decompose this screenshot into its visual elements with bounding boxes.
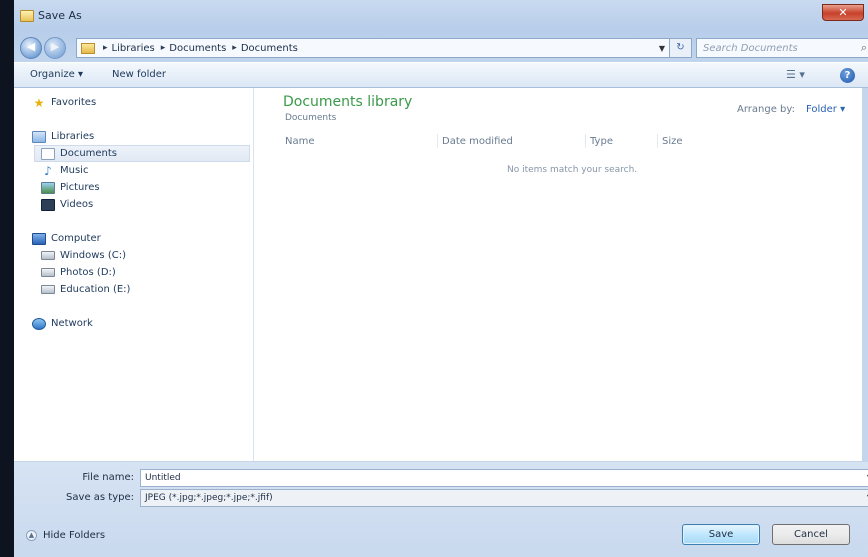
drive-icon xyxy=(41,251,55,260)
nav-documents[interactable]: Documents xyxy=(34,145,250,162)
nav-music[interactable]: ♪ Music xyxy=(41,162,88,179)
breadcrumb-libraries[interactable]: Libraries xyxy=(112,43,155,54)
arrow-left-icon: ◀ xyxy=(26,40,36,53)
drive-icon xyxy=(41,268,55,277)
file-name-input[interactable]: Untitled ▼ xyxy=(140,469,868,487)
new-folder-button[interactable]: New folder xyxy=(112,69,166,80)
network-icon xyxy=(32,317,46,330)
hide-folders-button[interactable]: ▲ Hide Folders xyxy=(26,530,105,541)
forward-button[interactable]: ▶ xyxy=(44,37,66,59)
navigation-pane[interactable]: ★ Favorites Libraries Documents ♪ Music … xyxy=(14,88,254,461)
arrange-by-label: Arrange by: xyxy=(737,104,795,115)
arrow-right-icon: ▶ xyxy=(50,40,60,53)
drive-icon xyxy=(41,285,55,294)
nav-network[interactable]: Network xyxy=(32,315,93,332)
refresh-icon: ↻ xyxy=(676,42,685,53)
window-title: Save As xyxy=(38,9,82,22)
nav-favorites[interactable]: ★ Favorites xyxy=(32,94,97,111)
close-button[interactable]: ✕ xyxy=(822,4,864,21)
save-as-type-select[interactable]: JPEG (*.jpg;*.jpeg;*.jpe;*.jfif) ▼ xyxy=(140,489,868,507)
breadcrumb-documents[interactable]: Documents xyxy=(169,43,226,54)
view-options-icon[interactable]: ☰ ▾ xyxy=(786,68,805,81)
nav-libraries-label: Libraries xyxy=(51,131,95,142)
organize-button[interactable]: Organize ▾ xyxy=(30,69,83,80)
address-row: ◀ ▶ ▸ Libraries ▸ Documents ▸ Documents … xyxy=(14,34,868,60)
nav-photos-d[interactable]: Photos (D:) xyxy=(41,264,116,281)
file-name-label: File name: xyxy=(82,472,134,483)
nav-windows-c-label: Windows (C:) xyxy=(60,250,126,261)
nav-favorites-label: Favorites xyxy=(51,97,97,108)
file-list-pane[interactable]: Documents library Documents Arrange by: … xyxy=(255,88,862,461)
library-icon xyxy=(32,130,46,143)
help-icon[interactable]: ? xyxy=(840,68,855,83)
star-icon: ★ xyxy=(33,95,45,110)
computer-icon xyxy=(32,232,46,245)
nav-computer-label: Computer xyxy=(51,233,101,244)
nav-windows-c[interactable]: Windows (C:) xyxy=(41,247,126,264)
save-as-type-label: Save as type: xyxy=(66,492,134,503)
nav-videos[interactable]: Videos xyxy=(41,196,93,213)
save-options-panel: File name: Untitled ▼ Save as type: JPEG… xyxy=(14,462,868,557)
chevron-right-icon[interactable]: ▸ xyxy=(232,43,237,53)
nav-education-e-label: Education (E:) xyxy=(60,284,131,295)
save-button[interactable]: Save xyxy=(682,524,760,545)
nav-photos-d-label: Photos (D:) xyxy=(60,267,116,278)
address-bar[interactable]: ▸ Libraries ▸ Documents ▸ Documents ▼ xyxy=(76,38,670,58)
library-icon xyxy=(81,42,95,54)
empty-message: No items match your search. xyxy=(507,165,638,175)
nav-computer[interactable]: Computer xyxy=(32,230,101,247)
column-divider[interactable] xyxy=(437,134,438,148)
pictures-icon xyxy=(41,181,55,194)
nav-music-label: Music xyxy=(60,165,89,176)
library-subtitle: Documents xyxy=(285,113,337,123)
library-title: Documents library xyxy=(283,94,413,110)
column-divider[interactable] xyxy=(585,134,586,148)
chevron-right-icon[interactable]: ▸ xyxy=(161,43,166,53)
nav-education-e[interactable]: Education (E:) xyxy=(41,281,130,298)
save-as-type-value: JPEG (*.jpg;*.jpeg;*.jpe;*.jfif) xyxy=(145,493,273,503)
command-bar: Organize ▾ New folder ☰ ▾ ? xyxy=(14,62,868,88)
video-icon xyxy=(41,198,55,211)
search-icon[interactable]: ⌕ xyxy=(855,41,868,55)
nav-pictures-label: Pictures xyxy=(60,182,100,193)
column-size[interactable]: Size xyxy=(662,136,683,147)
chevron-up-icon: ▲ xyxy=(26,530,37,541)
search-input[interactable]: Search Documents ⌕ xyxy=(696,38,868,58)
file-name-value: Untitled xyxy=(145,473,181,483)
nav-videos-label: Videos xyxy=(60,199,94,210)
title-bar[interactable]: Save As ✕ xyxy=(14,0,868,34)
nav-libraries[interactable]: Libraries xyxy=(32,128,94,145)
save-as-dialog: Save As ✕ ◀ ▶ ▸ Libraries ▸ Documents ▸ … xyxy=(0,0,868,557)
nav-documents-label: Documents xyxy=(60,148,118,159)
breadcrumb-documents-folder[interactable]: Documents xyxy=(241,43,298,54)
cancel-button[interactable]: Cancel xyxy=(772,524,850,545)
refresh-button[interactable]: ↻ xyxy=(670,38,692,58)
hide-folders-label: Hide Folders xyxy=(43,530,106,541)
column-type[interactable]: Type xyxy=(590,136,613,147)
music-icon: ♪ xyxy=(44,163,52,178)
chevron-right-icon[interactable]: ▸ xyxy=(103,43,108,53)
nav-network-label: Network xyxy=(51,318,93,329)
search-placeholder: Search Documents xyxy=(703,42,798,54)
chevron-down-icon[interactable]: ▼ xyxy=(655,44,669,53)
folder-icon xyxy=(20,10,34,22)
content-area: ★ Favorites Libraries Documents ♪ Music … xyxy=(14,88,862,462)
nav-pictures[interactable]: Pictures xyxy=(41,179,100,196)
back-button[interactable]: ◀ xyxy=(20,37,42,59)
document-icon xyxy=(41,147,55,160)
arrange-by-dropdown[interactable]: Folder ▾ xyxy=(806,104,845,115)
column-date-modified[interactable]: Date modified xyxy=(442,136,513,147)
column-divider[interactable] xyxy=(657,134,658,148)
column-name[interactable]: Name xyxy=(285,136,315,147)
